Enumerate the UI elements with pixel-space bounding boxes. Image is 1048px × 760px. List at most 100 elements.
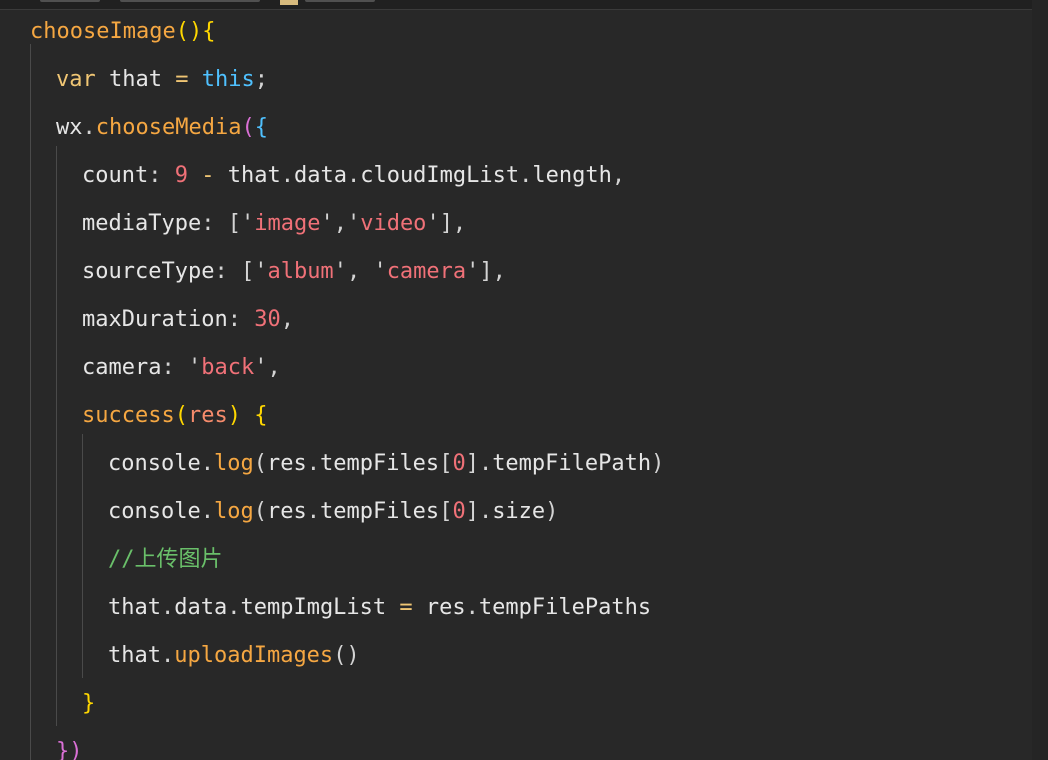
code-token: success — [82, 403, 175, 428]
code-line[interactable]: that.uploadImages() — [108, 641, 360, 671]
code-token: cloudImgList — [360, 163, 520, 188]
code-token: ; — [254, 67, 268, 92]
code-token: ' — [346, 211, 361, 236]
code-token: that — [214, 163, 281, 188]
code-token: : — [161, 355, 188, 380]
code-token: . — [200, 499, 214, 524]
code-token: sourceType — [82, 259, 215, 284]
code-token: var — [56, 67, 96, 92]
code-line[interactable]: }) — [56, 737, 83, 760]
code-line[interactable]: var that = this; — [56, 65, 268, 95]
code-token: 0 — [452, 499, 466, 524]
code-token: mediaType — [82, 211, 202, 236]
code-token: console — [108, 499, 201, 524]
code-token: . — [227, 595, 241, 620]
code-line[interactable]: //上传图片 — [108, 545, 223, 575]
code-token: ] — [465, 499, 479, 524]
code-token: ] — [465, 451, 479, 476]
code-token: 9 — [174, 163, 188, 188]
code-token: }) — [56, 739, 83, 760]
code-token: camera — [386, 259, 467, 284]
code-token: ], — [439, 211, 467, 236]
indent-guide — [82, 434, 83, 678]
code-token: ) — [651, 451, 665, 476]
code-token: { — [254, 115, 268, 140]
code-line[interactable]: camera: 'back', — [82, 353, 281, 383]
code-token: length — [532, 163, 612, 188]
code-token: ' — [187, 355, 202, 380]
code-token: [ — [439, 499, 453, 524]
code-token: this — [201, 67, 255, 92]
code-token: tempFiles — [319, 451, 440, 476]
code-token: console — [108, 451, 201, 476]
code-token: () — [333, 643, 360, 668]
code-token: ' — [240, 211, 255, 236]
code-token: } — [82, 691, 96, 716]
code-token: that — [108, 595, 161, 620]
code-token: [ — [439, 451, 453, 476]
indent-guide — [30, 44, 31, 760]
code-token: size — [492, 499, 546, 524]
previous-line-fragment — [0, 0, 1048, 10]
code-token: album — [267, 259, 334, 284]
code-editor[interactable]: chooseImage(){var that = this; wx.chooseM… — [0, 0, 1048, 760]
code-token: maxDuration — [82, 307, 228, 332]
code-token: ' — [373, 259, 387, 284]
code-token: ' — [466, 259, 480, 284]
code-token: chooseMedia — [95, 115, 242, 140]
code-token: : — [148, 163, 175, 188]
code-token: . — [465, 595, 479, 620]
code-line[interactable]: mediaType: ['image','video'], — [82, 209, 466, 239]
code-token: ' — [254, 355, 268, 380]
code-token: = — [399, 595, 413, 620]
code-token: tempFiles — [319, 499, 440, 524]
code-token: ' — [426, 211, 440, 236]
code-token: ( — [253, 499, 267, 524]
code-token: . — [478, 499, 493, 524]
code-line[interactable]: console.log(res.tempFiles[0].tempFilePat… — [108, 449, 664, 479]
code-token: : — [227, 307, 255, 332]
code-line[interactable]: success(res) { — [82, 401, 267, 431]
code-token: ( — [253, 451, 267, 476]
code-line[interactable]: sourceType: ['album', 'camera'], — [82, 257, 506, 287]
code-token: //上传图片 — [108, 547, 223, 572]
code-token: res — [187, 403, 228, 428]
code-token: ( — [174, 403, 188, 428]
code-token: () — [175, 19, 203, 44]
code-line[interactable]: count: 9 - that.data.cloudImgList.length… — [82, 161, 625, 191]
code-token: count — [82, 163, 149, 188]
code-token: 0 — [452, 451, 466, 476]
code-token: ' — [254, 259, 268, 284]
code-token: tempImgList — [240, 595, 387, 620]
code-line[interactable]: console.log(res.tempFiles[0].size) — [108, 497, 558, 527]
code-token: , — [267, 355, 281, 380]
code-token: image — [254, 211, 321, 236]
code-token: ) — [227, 403, 241, 428]
code-token: chooseImage — [30, 19, 176, 44]
code-line[interactable]: } — [82, 689, 95, 719]
code-line[interactable]: maxDuration: 30, — [82, 305, 294, 335]
code-line[interactable]: chooseImage(){ — [30, 17, 215, 47]
code-token: res — [412, 595, 466, 620]
code-token: ) — [545, 499, 559, 524]
code-token: 30 — [254, 307, 281, 332]
code-token: , — [611, 163, 626, 188]
code-token: data — [174, 595, 228, 620]
code-token: ], — [479, 259, 506, 284]
code-token: [ — [227, 211, 241, 236]
code-token: . — [306, 451, 320, 476]
code-token: , — [346, 259, 374, 284]
code-token: res — [266, 499, 307, 524]
code-token: - — [201, 163, 215, 188]
code-line[interactable]: that.data.tempImgList = res.tempFilePath… — [108, 593, 651, 623]
code-token: : — [214, 259, 241, 284]
highlight-marker — [280, 0, 298, 5]
code-line[interactable]: wx.chooseMedia({ — [56, 113, 268, 143]
scrollbar-track[interactable] — [1032, 0, 1048, 760]
code-token: ( — [241, 115, 255, 140]
code-token: uploadImages — [174, 643, 334, 668]
